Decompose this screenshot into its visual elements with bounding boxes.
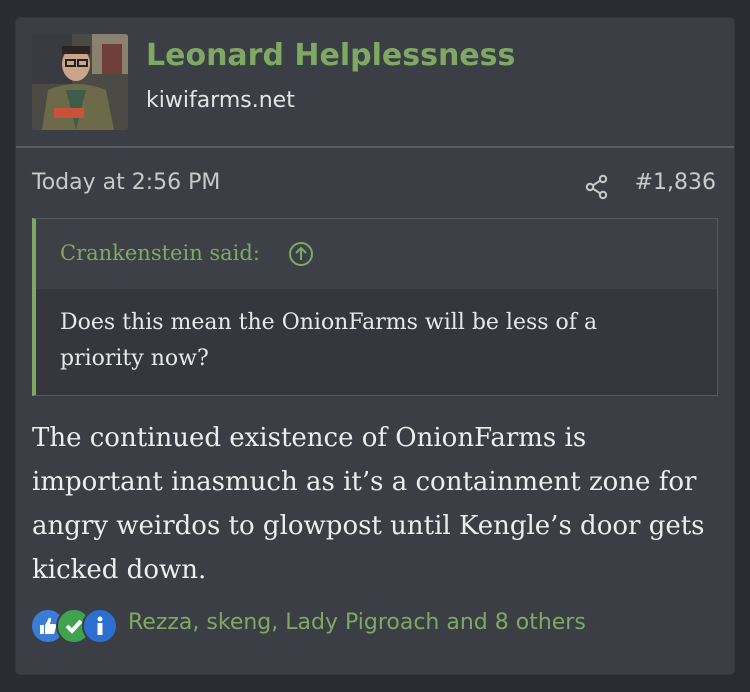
quote-header: Crankenstein said: — [36, 219, 717, 289]
quote-block: Crankenstein said: Does this mean the On… — [32, 218, 718, 396]
post-header: Leonard Helplessness kiwifarms.net — [16, 18, 734, 148]
arrow-up-circle-icon[interactable] — [288, 241, 314, 267]
quote-text: Does this mean the OnionFarms will be le… — [60, 310, 598, 371]
post-number-link[interactable]: #1,836 — [635, 170, 716, 195]
post-body: The continued existence of OnionFarms is… — [32, 423, 705, 585]
post-timestamp[interactable]: Today at 2:56 PM — [32, 170, 220, 195]
reaction-icons[interactable] — [30, 608, 130, 644]
quote-author-link[interactable]: Crankenstein said: — [60, 241, 260, 265]
info-icon[interactable] — [82, 608, 118, 644]
author-title: kiwifarms.net — [146, 88, 295, 113]
reaction-summary-link[interactable]: Rezza, skeng, Lady Pigroach and 8 others — [128, 610, 586, 635]
share-icon[interactable] — [584, 174, 610, 200]
author-name[interactable]: Leonard Helplessness — [146, 38, 515, 73]
avatar[interactable] — [32, 34, 128, 130]
post-card: Leonard Helplessness kiwifarms.net Today… — [16, 18, 734, 674]
